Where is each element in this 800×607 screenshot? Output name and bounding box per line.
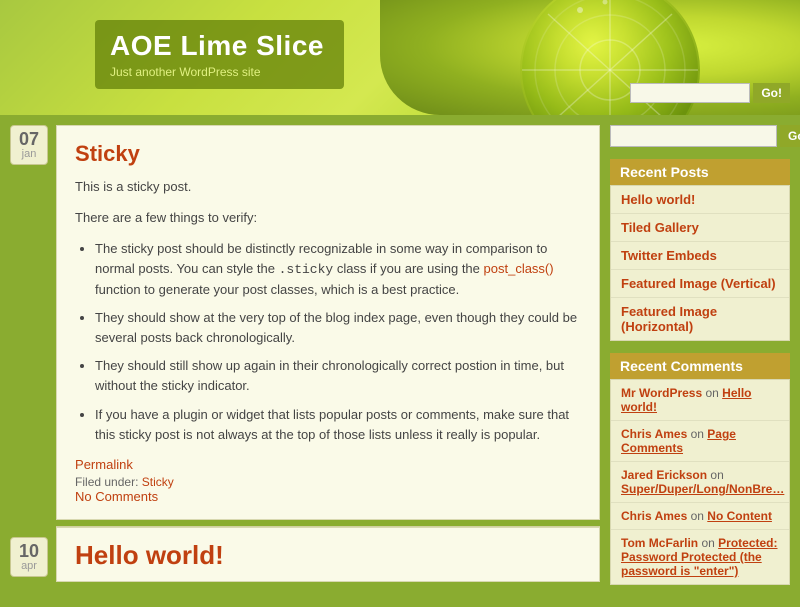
recent-comment-3: Chris Ames on No Content — [611, 503, 789, 530]
first-post-filed: Filed under: Sticky — [75, 475, 581, 489]
first-post-content: This is a sticky post. There are a few t… — [75, 177, 581, 445]
sidebar: Go! Recent Posts Hello world! Tiled Gall… — [600, 125, 790, 597]
first-post-month: jan — [19, 148, 39, 160]
sidebar-search-area: Go! — [610, 125, 790, 147]
recent-post-item-1: Tiled Gallery — [611, 214, 789, 242]
recent-comments-title: Recent Comments — [610, 353, 790, 379]
sidebar-search-button[interactable]: Go! — [780, 125, 800, 147]
recent-post-link-3[interactable]: Featured Image (Vertical) — [621, 276, 776, 291]
recent-post-item-4: Featured Image (Horizontal) — [611, 298, 789, 340]
first-post-category-link[interactable]: Sticky — [142, 475, 174, 489]
second-post-day: 10 — [19, 542, 39, 560]
recent-comment-1: Chris Ames on Page Comments — [611, 421, 789, 462]
filed-under-label: Filed under: — [75, 475, 138, 489]
commenter-0: Mr WordPress — [621, 386, 702, 400]
sidebar-search-input[interactable] — [610, 125, 777, 147]
commenter-3: Chris Ames — [621, 509, 687, 523]
recent-post-link-2[interactable]: Twitter Embeds — [621, 248, 717, 263]
recent-post-item-0: Hello world! — [611, 186, 789, 214]
site-title: AOE Lime Slice — [110, 30, 324, 62]
first-post-title: Sticky — [75, 141, 581, 167]
bullet-1: The sticky post should be distinctly rec… — [95, 239, 581, 300]
header-search-button[interactable]: Go! — [753, 83, 790, 103]
recent-comment-4: Tom McFarlin on Protected: Password Prot… — [611, 530, 789, 584]
outer-wrapper: AOE Lime Slice Just another WordPress si… — [0, 0, 800, 607]
recent-post-link-0[interactable]: Hello world! — [621, 192, 695, 207]
recent-comment-0: Mr WordPress on Hello world! — [611, 380, 789, 421]
main-container: 07 jan Sticky This is a sticky post. The… — [0, 115, 800, 607]
post-class-link[interactable]: post_class() — [484, 261, 554, 276]
on-text-2: on — [710, 468, 723, 482]
recent-post-link-1[interactable]: Tiled Gallery — [621, 220, 699, 235]
bullet-2: They should show at the very top of the … — [95, 308, 581, 348]
second-post-row: 10 apr Hello world! — [10, 527, 600, 582]
recent-post-link-4[interactable]: Featured Image (Horizontal) — [621, 304, 717, 334]
header-search: Go! — [630, 83, 790, 103]
comment-post-link-2[interactable]: Super/Duper/Long/NonBre… — [621, 482, 784, 496]
commenter-4: Tom McFarlin — [621, 536, 698, 550]
content-area: 07 jan Sticky This is a sticky post. The… — [10, 115, 600, 597]
on-text-1: on — [691, 427, 708, 441]
first-post-row: 07 jan Sticky This is a sticky post. The… — [10, 115, 600, 520]
second-post-wrapper: Hello world! — [56, 527, 600, 582]
first-post-wrapper: Sticky This is a sticky post. There are … — [56, 125, 600, 520]
recent-post-item-2: Twitter Embeds — [611, 242, 789, 270]
first-post-permalink[interactable]: Permalink — [75, 457, 133, 472]
recent-posts-list: Hello world! Tiled Gallery Twitter Embed… — [610, 185, 790, 341]
header-title-box: AOE Lime Slice Just another WordPress si… — [95, 20, 344, 89]
header-search-input[interactable] — [630, 83, 750, 103]
first-post-date: 07 jan — [10, 125, 48, 165]
recent-comments-section: Recent Comments Mr WordPress on Hello wo… — [610, 353, 790, 585]
recent-comments-list: Mr WordPress on Hello world! Chris Ames … — [610, 379, 790, 585]
first-post-meta: Permalink Filed under: Sticky No Comment… — [75, 457, 581, 504]
on-text-4: on — [701, 536, 718, 550]
first-post-intro: This is a sticky post. — [75, 177, 581, 198]
recent-post-item-3: Featured Image (Vertical) — [611, 270, 789, 298]
commenter-2: Jared Erickson — [621, 468, 707, 482]
second-post-date: 10 apr — [10, 537, 48, 577]
recent-comment-2: Jared Erickson on Super/Duper/Long/NonBr… — [611, 462, 789, 503]
on-text-3: on — [691, 509, 708, 523]
site-header: AOE Lime Slice Just another WordPress si… — [0, 0, 800, 115]
first-post-comments-link[interactable]: No Comments — [75, 489, 158, 504]
first-post-day: 07 — [19, 130, 39, 148]
commenter-1: Chris Ames — [621, 427, 687, 441]
bullet-4: If you have a plugin or widget that list… — [95, 405, 581, 445]
on-text-0: on — [705, 386, 722, 400]
first-post-bullets: The sticky post should be distinctly rec… — [95, 239, 581, 445]
comment-post-link-3[interactable]: No Content — [707, 509, 772, 523]
first-post-second-para: There are a few things to verify: — [75, 208, 581, 229]
site-subtitle: Just another WordPress site — [110, 65, 324, 79]
recent-posts-section: Recent Posts Hello world! Tiled Gallery … — [610, 159, 790, 341]
recent-posts-title: Recent Posts — [610, 159, 790, 185]
second-post-month: apr — [19, 560, 39, 572]
second-post-title: Hello world! — [75, 540, 581, 571]
bullet-3: They should still show up again in their… — [95, 356, 581, 396]
